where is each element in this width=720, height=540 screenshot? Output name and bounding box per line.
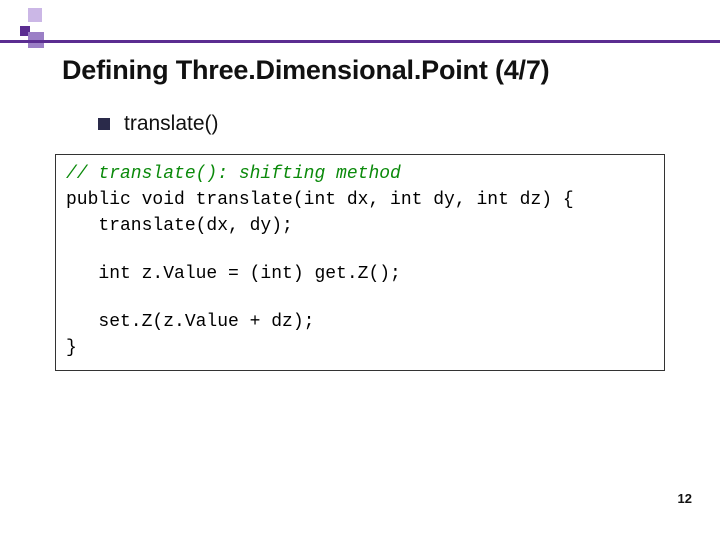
code-line: public void translate(int dx, int dy, in… [66, 187, 654, 213]
code-line: set.Z(z.Value + dz); [66, 309, 654, 335]
slide-decoration [0, 0, 720, 60]
code-blank-line [66, 239, 654, 261]
code-line: translate(dx, dy); [66, 213, 654, 239]
slide-title: Defining Three.Dimensional.Point (4/7) [62, 55, 549, 86]
code-line: } [66, 335, 654, 361]
bullet-square-icon [98, 118, 110, 130]
code-comment: // translate(): shifting method [66, 161, 654, 187]
code-line: int z.Value = (int) get.Z(); [66, 261, 654, 287]
page-number: 12 [678, 491, 692, 506]
bullet-text: translate() [124, 112, 219, 136]
deco-rule [0, 40, 720, 43]
code-blank-line [66, 287, 654, 309]
deco-square-light [28, 8, 42, 22]
code-block: // translate(): shifting method public v… [55, 154, 665, 371]
bullet-item: translate() [98, 112, 219, 136]
